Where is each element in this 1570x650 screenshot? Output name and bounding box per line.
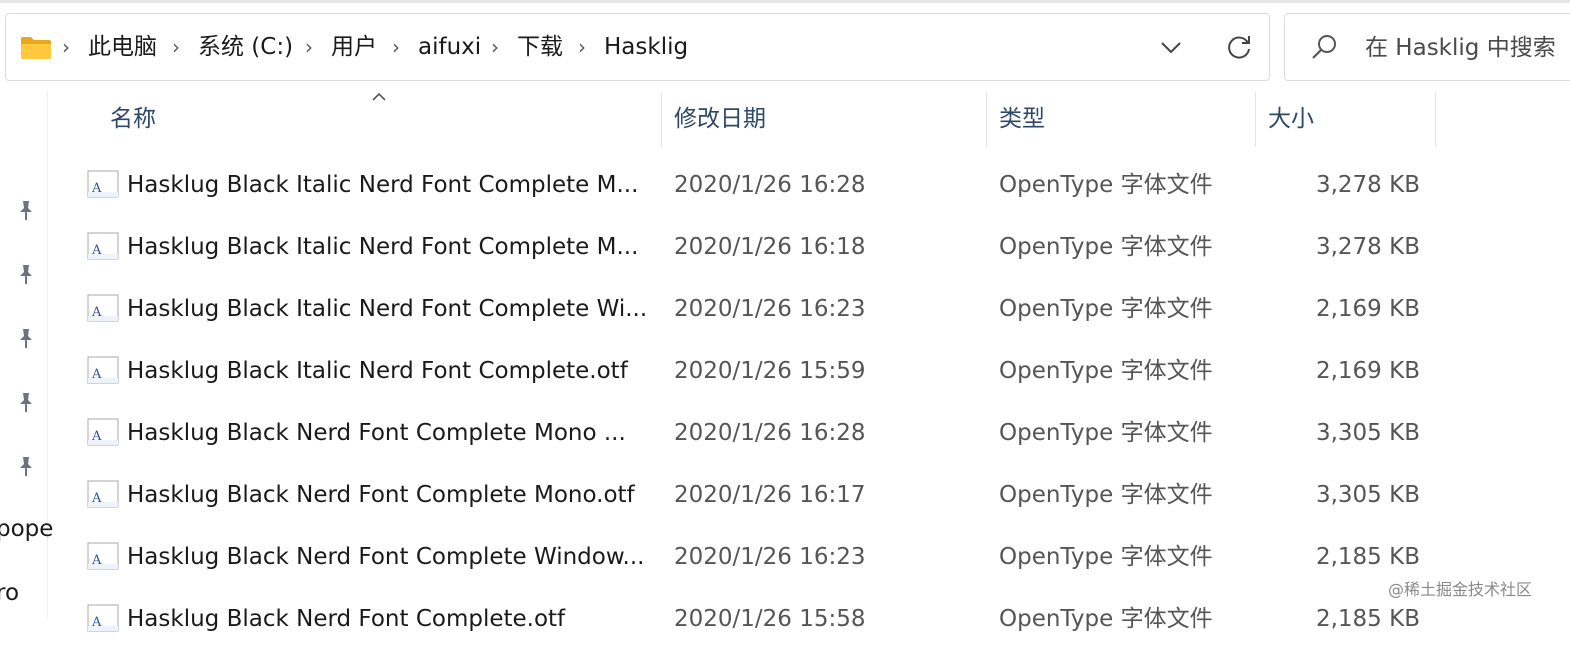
column-header-date[interactable]: 修改日期 [674, 92, 984, 147]
pin-icon[interactable] [14, 390, 38, 414]
file-type: OpenType 字体文件 [999, 420, 1213, 446]
svg-text:A: A [91, 429, 102, 444]
file-name: Hasklug Black Nerd Font Complete Window.… [127, 544, 645, 570]
pin-icon[interactable] [14, 198, 38, 222]
svg-text:A: A [91, 181, 102, 196]
breadcrumb-item[interactable]: Hasklig [604, 14, 688, 80]
file-date: 2020/1/26 16:28 [674, 172, 866, 198]
chevron-right-icon[interactable]: › [578, 14, 586, 80]
chevron-right-icon[interactable]: › [491, 14, 499, 80]
file-type: OpenType 字体文件 [999, 234, 1213, 260]
column-header-type[interactable]: 类型 [999, 92, 1254, 147]
svg-text:A: A [91, 243, 102, 258]
column-header-name[interactable]: 名称 [110, 92, 660, 147]
file-date: 2020/1/26 16:17 [674, 482, 866, 508]
file-size: 2,169 KB [1315, 358, 1420, 384]
file-date: 2020/1/26 16:28 [674, 420, 866, 446]
file-name: Hasklug Black Nerd Font Complete.otf [127, 606, 566, 632]
svg-text:A: A [91, 305, 102, 320]
svg-text:A: A [91, 491, 102, 506]
font-file-icon: A [87, 480, 119, 508]
breadcrumb-item[interactable]: 此电脑 [88, 14, 157, 80]
chevron-right-icon: › [62, 35, 70, 59]
file-date: 2020/1/26 16:23 [674, 544, 866, 570]
folder-icon [21, 37, 51, 59]
font-file-icon: A [87, 170, 119, 198]
chevron-right-icon[interactable]: › [172, 14, 180, 80]
file-type: OpenType 字体文件 [999, 544, 1213, 570]
svg-text:A: A [91, 615, 102, 630]
file-type: OpenType 字体文件 [999, 172, 1213, 198]
file-size: 3,305 KB [1315, 482, 1420, 508]
file-date: 2020/1/26 16:18 [674, 234, 866, 260]
chevron-right-icon[interactable]: › [392, 14, 400, 80]
search-input[interactable] [1363, 14, 1570, 82]
pin-icon[interactable] [14, 454, 38, 478]
font-file-icon: A [87, 294, 119, 322]
font-file-icon: A [87, 542, 119, 570]
file-row[interactable]: A Hasklug Black Nerd Font Complete.otf 2… [75, 588, 1435, 650]
file-row[interactable]: A Hasklug Black Nerd Font Complete Mono.… [75, 464, 1435, 526]
watermark: @稀土掘金技术社区 [1388, 580, 1533, 599]
file-size: 3,278 KB [1315, 234, 1420, 260]
column-divider[interactable] [661, 92, 662, 147]
search-box[interactable] [1284, 13, 1570, 82]
file-name: Hasklug Black Italic Nerd Font Complete.… [127, 358, 628, 384]
pin-icon[interactable] [14, 262, 38, 286]
file-size: 2,169 KB [1315, 296, 1420, 322]
breadcrumb-item[interactable]: aifuxi [418, 14, 481, 80]
file-row[interactable]: A Hasklug Black Nerd Font Complete Mono … [75, 402, 1435, 464]
refresh-icon[interactable] [1224, 32, 1254, 62]
column-divider[interactable] [986, 92, 987, 147]
file-row[interactable]: A Hasklug Black Italic Nerd Font Complet… [75, 278, 1435, 340]
file-size: 3,278 KB [1315, 172, 1420, 198]
file-name: Hasklug Black Italic Nerd Font Complete … [127, 172, 639, 198]
file-date: 2020/1/26 15:59 [674, 358, 866, 384]
file-name: Hasklug Black Italic Nerd Font Complete … [127, 296, 648, 322]
breadcrumb-item[interactable]: 下载 [517, 14, 563, 80]
svg-text:A: A [91, 367, 102, 382]
file-row[interactable]: A Hasklug Black Italic Nerd Font Complet… [75, 340, 1435, 402]
svg-text:A: A [91, 553, 102, 568]
font-file-icon: A [87, 232, 119, 260]
file-date: 2020/1/26 15:58 [674, 606, 866, 632]
file-type: OpenType 字体文件 [999, 482, 1213, 508]
column-header-size[interactable]: 大小 [1268, 92, 1433, 147]
file-type: OpenType 字体文件 [999, 296, 1213, 322]
file-size: 3,305 KB [1315, 420, 1420, 446]
file-name: Hasklug Black Nerd Font Complete Mono.ot… [127, 482, 635, 508]
nav-item-label[interactable]: pope [0, 516, 53, 542]
file-row[interactable]: A Hasklug Black Italic Nerd Font Complet… [75, 216, 1435, 278]
file-name: Hasklug Black Italic Nerd Font Complete … [127, 234, 639, 260]
column-divider[interactable] [1255, 92, 1256, 147]
font-file-icon: A [87, 604, 119, 632]
file-date: 2020/1/26 16:23 [674, 296, 866, 322]
column-divider[interactable] [1435, 92, 1436, 147]
file-type: OpenType 字体文件 [999, 606, 1213, 632]
file-row[interactable]: A Hasklug Black Nerd Font Complete Windo… [75, 526, 1435, 588]
file-row[interactable]: A Hasklug Black Italic Nerd Font Complet… [75, 154, 1435, 216]
breadcrumb-item[interactable]: 用户 [331, 14, 377, 80]
chevron-right-icon[interactable]: › [305, 14, 313, 80]
file-name: Hasklug Black Nerd Font Complete Mono ..… [127, 420, 626, 446]
font-file-icon: A [87, 356, 119, 384]
search-icon [1312, 35, 1336, 59]
chevron-down-icon[interactable] [1158, 34, 1184, 60]
navigation-pane: pope ro [0, 92, 53, 618]
breadcrumb-item[interactable]: 系统 (C:) [198, 14, 293, 80]
font-file-icon: A [87, 418, 119, 446]
address-bar[interactable]: › 此电脑 › 系统 (C:) › 用户 › aifuxi › 下载 › Has… [5, 13, 1270, 81]
pin-icon[interactable] [14, 326, 38, 350]
nav-item-label[interactable]: ro [0, 580, 19, 606]
file-type: OpenType 字体文件 [999, 358, 1213, 384]
window-top-border [0, 0, 1570, 3]
